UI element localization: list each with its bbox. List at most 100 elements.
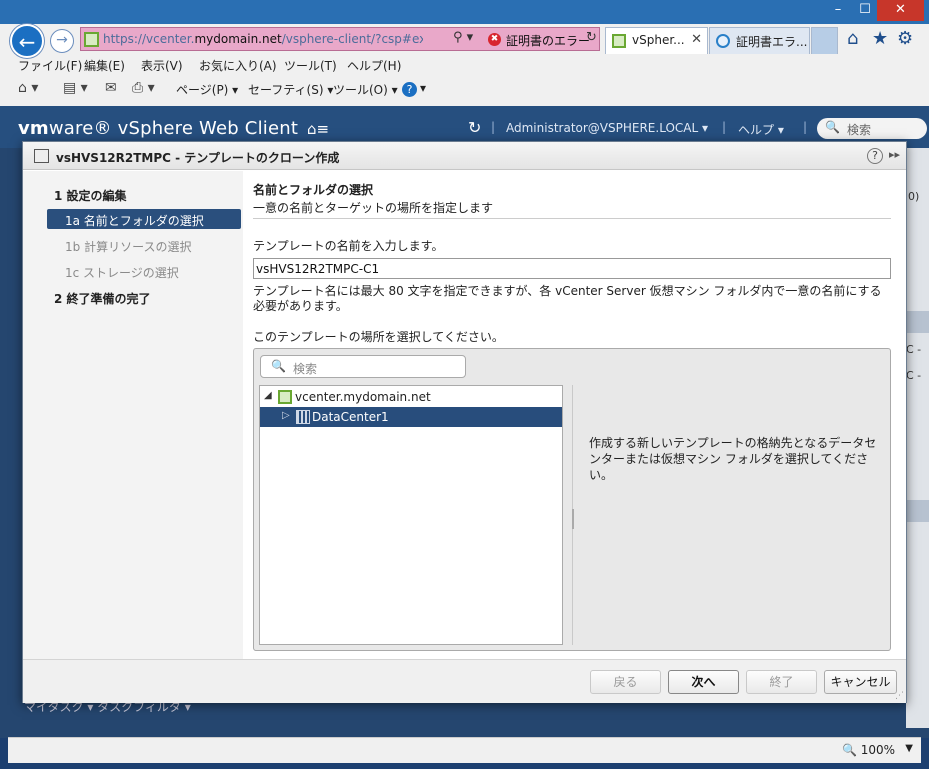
help-menu[interactable]: ヘルプ ▾ — [738, 121, 784, 138]
tab-label: 証明書エラ... — [736, 35, 808, 49]
separator: | — [491, 120, 496, 134]
help-icon[interactable]: ? — [867, 148, 883, 164]
close-tab-icon[interactable]: ✕ — [691, 32, 702, 47]
name-note: テンプレート名には最大 80 文字を指定できますが、各 vCenter Serv… — [253, 284, 882, 313]
refresh-icon[interactable]: ↻ — [468, 118, 481, 137]
safety-menu[interactable]: セーフティ(S) ▾ — [248, 81, 333, 98]
site-icon — [84, 32, 99, 47]
ie-tab-icon — [716, 34, 730, 48]
menu-edit[interactable]: 編集(E) — [84, 57, 125, 74]
favorites-star-icon[interactable]: ★ — [872, 28, 888, 49]
refresh-icon[interactable]: ↻ — [586, 30, 597, 45]
dialog-footer: 戻る 次へ 終了 キャンセル ⋰ — [23, 659, 906, 703]
background-strip — [906, 311, 929, 333]
step-select-name-folder[interactable]: 1a 名前とフォルダの選択 — [47, 209, 241, 229]
address-bar[interactable]: https://vcenter.mydomain.net/vsphere-cli… — [80, 27, 600, 51]
tree-search-input[interactable]: 🔍 検索 — [260, 355, 466, 378]
wizard-content: 名前とフォルダの選択 一意の名前とターゲットの場所を指定します テンプレートの名… — [253, 171, 893, 659]
clone-template-dialog: vsHVS12R2TMPC - テンプレートのクローン作成 ? ▸▸ 1 設定の… — [22, 141, 907, 703]
certificate-error-label[interactable]: 証明書のエラー — [506, 32, 590, 49]
background-text: C - — [906, 343, 922, 356]
cancel-button[interactable]: キャンセル — [824, 670, 897, 694]
status-bar: 🔍 100% ▼ — [8, 737, 921, 763]
new-tab-button[interactable] — [811, 27, 838, 54]
menu-view[interactable]: 表示(V) — [141, 57, 183, 74]
template-name-input[interactable] — [253, 258, 891, 279]
vsphere-logo: vmware® vSphere Web Client — [18, 118, 299, 139]
menu-tools[interactable]: ツール(T) — [284, 57, 337, 74]
inventory-tree: ◢ vcenter.mydomain.net ▷ DataCenter1 — [259, 385, 563, 645]
step-label: 2 終了準備の完了 — [54, 292, 151, 306]
splitter-handle[interactable] — [572, 509, 574, 529]
global-search-input[interactable]: 🔍 検索 — [817, 118, 927, 139]
next-button[interactable]: 次へ — [668, 670, 739, 694]
home-icon[interactable]: ⌂ — [847, 28, 858, 49]
print-icon[interactable]: ⎙ ▾ — [132, 80, 155, 96]
maximize-button[interactable]: ☐ — [850, 0, 880, 21]
step-label: 1a 名前とフォルダの選択 — [65, 214, 204, 228]
resize-grip-icon[interactable]: ⋰ — [895, 691, 904, 701]
name-label: テンプレートの名前を入力します。 — [253, 239, 444, 253]
dialog-title: vsHVS12R2TMPC - テンプレートのクローン作成 — [56, 151, 340, 165]
back-button[interactable]: ← — [10, 24, 44, 58]
help-dropdown-icon[interactable]: ▾ — [420, 81, 426, 95]
vcenter-icon — [278, 390, 292, 404]
forward-button[interactable]: → — [50, 29, 74, 53]
finish-button[interactable]: 終了 — [746, 670, 817, 694]
tree-node-datacenter[interactable]: ▷ DataCenter1 — [260, 407, 562, 427]
home-dropdown-icon[interactable]: ⌂ ▾ — [18, 80, 38, 96]
expand-icon[interactable]: ▸▸ — [889, 148, 900, 161]
search-icon: 🔍 — [825, 120, 840, 134]
step-title: 名前とフォルダの選択 — [253, 183, 374, 197]
collapsed-icon[interactable]: ▷ — [282, 410, 290, 421]
menu-favorites[interactable]: お気に入り(A) — [199, 57, 277, 74]
template-icon — [34, 149, 49, 163]
tree-node-vcenter[interactable]: ◢ vcenter.mydomain.net — [260, 387, 562, 407]
close-window-button[interactable]: ✕ — [877, 0, 924, 21]
gear-icon[interactable]: ⚙ — [897, 28, 913, 49]
menu-bar: ファイル(F) 編集(E) 表示(V) お気に入り(A) ツール(T) ヘルプ(… — [0, 54, 929, 76]
home-menu-icon[interactable]: ⌂≡ — [307, 120, 329, 138]
arrow-right-icon: → — [56, 32, 68, 48]
tab-vsphere[interactable]: vSpher... ✕ — [605, 27, 708, 54]
command-bar: ⌂ ▾ ▤ ▾ ✉ ⎙ ▾ ページ(P) ▾ セーフティ(S) ▾ ツール(O)… — [0, 78, 929, 102]
window-titlebar: – ☐ ✕ — [0, 0, 929, 24]
background-panel — [906, 148, 929, 728]
expanded-icon[interactable]: ◢ — [264, 390, 272, 401]
help-icon[interactable]: ? — [402, 82, 417, 97]
menu-file[interactable]: ファイル(F) — [18, 57, 82, 74]
separator: | — [803, 120, 808, 134]
mail-icon[interactable]: ✉ — [105, 80, 117, 96]
tools-menu[interactable]: ツール(O) ▾ — [333, 81, 398, 98]
separator: | — [722, 120, 727, 134]
arrow-left-icon: ← — [18, 30, 36, 54]
tab-certificate-error[interactable]: 証明書エラ... — [709, 27, 810, 54]
feeds-icon[interactable]: ▤ ▾ — [63, 80, 88, 96]
search-icon: 🔍 — [271, 359, 286, 373]
background-text: C - — [906, 369, 922, 382]
menu-help[interactable]: ヘルプ(H) — [347, 57, 401, 74]
certificate-error-icon[interactable]: ✖ — [488, 33, 501, 46]
minimize-button[interactable]: – — [823, 0, 853, 21]
search-placeholder: 検索 — [847, 123, 872, 137]
step-label: 1 設定の編集 — [54, 189, 127, 203]
tab-label: vSpher... — [632, 33, 685, 47]
datacenter-icon — [296, 410, 310, 424]
step-select-storage: 1c ストレージの選択 — [23, 261, 243, 281]
divider — [253, 218, 891, 219]
background-strip — [906, 500, 929, 522]
zoom-level[interactable]: 🔍 100% — [842, 743, 895, 757]
location-panel: 🔍 検索 ◢ vcenter.mydomain.net ▷ DataCenter… — [253, 348, 891, 651]
step-label: 1b 計算リソースの選択 — [65, 240, 192, 254]
zoom-dropdown-icon[interactable]: ▼ — [905, 743, 913, 754]
wizard-steps: 1 設定の編集 1a 名前とフォルダの選択 1b 計算リソースの選択 1c スト… — [23, 171, 243, 659]
address-url[interactable]: https://vcenter.mydomain.net/vsphere-cli… — [103, 32, 423, 46]
step-edit-settings: 1 設定の編集 — [23, 184, 243, 204]
location-label: このテンプレートの場所を選択してください。 — [253, 330, 504, 344]
user-menu[interactable]: Administrator@VSPHERE.LOCAL ▾ — [506, 121, 708, 135]
search-dropdown-icon[interactable]: ⚲ ▾ — [453, 30, 473, 45]
page-menu[interactable]: ページ(P) ▾ — [176, 81, 238, 98]
browser-chrome: – ☐ ✕ ← → https://vcenter.mydomain.net/v… — [0, 0, 929, 106]
back-button[interactable]: 戻る — [590, 670, 661, 694]
step-ready-to-complete: 2 終了準備の完了 — [23, 287, 243, 307]
